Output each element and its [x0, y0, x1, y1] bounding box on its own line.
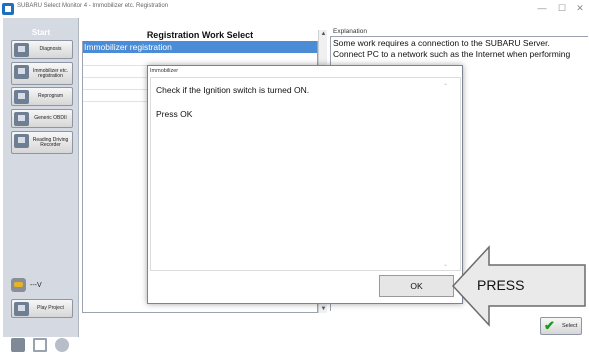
sidebar-item-immobilizer[interactable]: Immobilizer etc. registration: [11, 62, 73, 85]
play-project-button[interactable]: Play Project: [11, 299, 73, 318]
settings-icon[interactable]: [11, 338, 25, 352]
obd-icon: [14, 112, 29, 126]
scroll-up-icon[interactable]: ▲: [319, 31, 328, 37]
select-button[interactable]: ✔ Select: [540, 317, 582, 335]
sidebar-item-label: Immobilizer etc. registration: [32, 67, 68, 79]
press-callout-label: PRESS: [477, 277, 525, 293]
list-header: Registration Work Select: [146, 30, 254, 40]
maximize-button[interactable]: ☐: [555, 2, 569, 14]
list-item-selected[interactable]: Immobilizer registration: [83, 41, 317, 53]
sidebar-item-label: Diagnosis: [39, 46, 62, 52]
sidebar-item-label: Reprogram: [37, 93, 63, 99]
sidebar-item-driving-recorder[interactable]: Reading Driving Recorder: [11, 131, 73, 154]
dialog-message: Check if the Ignition switch is turned O…: [156, 85, 310, 95]
scroll-down-icon[interactable]: ▼: [319, 306, 328, 312]
minimize-button[interactable]: —: [535, 2, 549, 14]
immobilizer-icon: [14, 65, 29, 79]
sidebar-item-label: Play Project: [37, 305, 64, 311]
battery-voltage: ---V: [30, 282, 42, 289]
sidebar-item-label: Generic OBDII: [34, 115, 67, 121]
play-project-icon: [14, 302, 29, 316]
start-label: Start: [31, 28, 51, 37]
sidebar: Start Diagnosis Immobilizer etc. registr…: [3, 18, 79, 352]
sidebar-item-generic-obd[interactable]: Generic OBDII: [11, 109, 73, 128]
explanation-text: Some work requires a connection to the S…: [333, 38, 585, 60]
app-icon: [2, 3, 14, 15]
window-title: SUBARU Select Monitor 4 - Immobilizer et…: [17, 3, 169, 9]
dialog-title: Immobilizer: [150, 68, 179, 74]
ok-button[interactable]: OK: [379, 275, 454, 297]
gear-icon[interactable]: [55, 338, 69, 352]
sidebar-item-diagnosis[interactable]: Diagnosis: [11, 40, 73, 59]
recorder-icon: [14, 134, 29, 148]
dialog-message-area: [150, 77, 461, 271]
explanation-label: Explanation: [333, 28, 367, 35]
dialog-instruction: Press OK: [156, 109, 193, 119]
select-label: Select: [562, 323, 578, 329]
chevron-up-icon[interactable]: ⌃: [443, 83, 448, 90]
checkmark-icon: ✔: [544, 318, 555, 333]
chevron-down-icon[interactable]: ⌄: [443, 261, 448, 268]
close-button[interactable]: ✕: [573, 2, 587, 14]
save-icon[interactable]: [33, 338, 47, 352]
diagnosis-icon: [14, 43, 29, 57]
reprogram-icon: [14, 90, 29, 104]
sidebar-item-reprogram[interactable]: Reprogram: [11, 87, 73, 106]
explanation-line: Some work requires a connection to the S…: [333, 38, 550, 48]
sidebar-item-label: Reading Driving Recorder: [32, 136, 69, 148]
vehicle-battery-icon: [11, 278, 26, 292]
explanation-line: Connect PC to a network such as the Inte…: [333, 49, 571, 59]
